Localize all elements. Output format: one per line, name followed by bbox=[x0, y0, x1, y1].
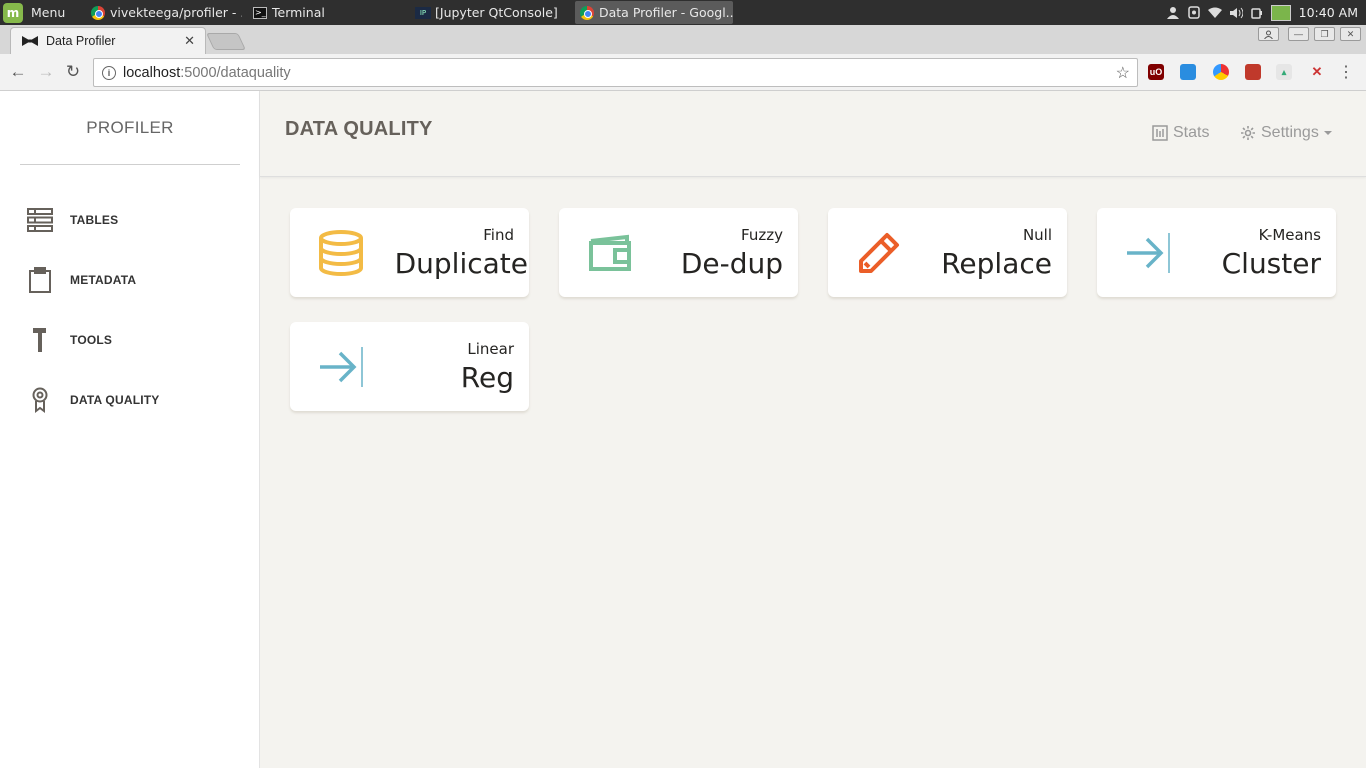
close-x-extension-icon[interactable]: ✕ bbox=[1309, 64, 1325, 80]
address-bar[interactable]: i localhost:5000/dataquality ☆ bbox=[93, 58, 1138, 87]
card-fuzzy-dedup[interactable]: Fuzzy De-dup bbox=[559, 208, 798, 297]
sidebar-item-metadata[interactable]: METADATA bbox=[0, 250, 259, 310]
book-extension-icon[interactable] bbox=[1245, 64, 1261, 80]
sidebar-item-tables[interactable]: TABLES bbox=[0, 190, 259, 250]
card-find-duplicate[interactable]: Find Duplicate bbox=[290, 208, 529, 297]
caret-down-icon bbox=[1323, 131, 1332, 135]
back-arrow-icon[interactable]: ← bbox=[8, 62, 28, 82]
url-path: :5000/dataquality bbox=[180, 64, 291, 81]
settings-label: Settings bbox=[1261, 124, 1319, 141]
settings-dropdown[interactable]: Settings bbox=[1240, 124, 1332, 142]
os-taskbar: m Menu vivekteega/profiler - ... >_ Term… bbox=[0, 0, 1366, 25]
card-caption: Null bbox=[1022, 226, 1052, 244]
card-caption: Linear bbox=[467, 340, 514, 358]
card-title: Reg bbox=[460, 361, 514, 394]
card-title: De-dup bbox=[680, 247, 783, 280]
clock[interactable]: 10:40 AM bbox=[1299, 5, 1358, 20]
user-icon[interactable] bbox=[1166, 6, 1180, 20]
window-extension-icon[interactable] bbox=[1180, 64, 1196, 80]
power-plug-icon[interactable] bbox=[1250, 6, 1264, 20]
tampermonkey-extension-icon[interactable]: ▴ bbox=[1276, 64, 1292, 80]
site-info-icon[interactable]: i bbox=[102, 65, 116, 80]
sidebar-item-label: TABLES bbox=[70, 213, 119, 227]
browser-menu-icon[interactable]: ⋮ bbox=[1338, 62, 1354, 82]
taskbar-task-label: Terminal bbox=[272, 5, 325, 20]
close-tab-icon[interactable]: ✕ bbox=[184, 33, 195, 49]
stats-link[interactable]: Stats bbox=[1152, 124, 1209, 142]
taskbar-task-label: Data Profiler - Googl... bbox=[599, 5, 733, 20]
pencil-icon bbox=[854, 228, 904, 278]
bowtie-favicon-icon bbox=[22, 34, 38, 49]
terminal-icon: >_ bbox=[253, 6, 267, 19]
sidebar: PROFILER TABLES METADATA TOOLS DATA QUAL… bbox=[0, 91, 260, 768]
volume-icon[interactable] bbox=[1229, 6, 1243, 20]
taskbar-task-label: vivekteega/profiler - ... bbox=[110, 5, 242, 20]
sidebar-item-label: METADATA bbox=[70, 273, 137, 287]
card-title: Duplicate bbox=[394, 247, 528, 280]
card-caption: K-Means bbox=[1258, 226, 1321, 244]
card-linear-reg[interactable]: Linear Reg bbox=[290, 322, 529, 411]
mint-logo-icon: m bbox=[3, 2, 23, 23]
sidebar-item-label: DATA QUALITY bbox=[70, 393, 160, 407]
clipboard-icon bbox=[27, 267, 53, 293]
forward-arrow-icon[interactable]: → bbox=[36, 62, 56, 82]
award-ribbon-icon bbox=[27, 387, 53, 413]
new-tab-button[interactable] bbox=[206, 33, 246, 50]
arrow-right-icon bbox=[1123, 228, 1173, 278]
browser-toolbar: ← → ↻ i localhost:5000/dataquality ☆ uO … bbox=[0, 54, 1366, 91]
brand-title[interactable]: PROFILER bbox=[20, 91, 240, 165]
wallet-icon bbox=[585, 228, 635, 278]
start-menu-label: Menu bbox=[31, 5, 66, 20]
chrome-icon bbox=[579, 5, 595, 21]
color-extension-icon[interactable] bbox=[1213, 64, 1229, 80]
gear-icon bbox=[1240, 125, 1256, 141]
page: PROFILER TABLES METADATA TOOLS DATA QUAL… bbox=[0, 91, 1366, 768]
sidebar-item-label: TOOLS bbox=[70, 333, 113, 347]
minimize-icon[interactable]: — bbox=[1288, 27, 1309, 41]
table-list-icon bbox=[27, 207, 53, 233]
card-kmeans-cluster[interactable]: K-Means Cluster bbox=[1097, 208, 1336, 297]
stats-label: Stats bbox=[1173, 124, 1210, 141]
url-host: localhost bbox=[123, 64, 181, 81]
card-caption: Find bbox=[483, 226, 514, 244]
taskbar-task-jupyter[interactable]: IP [Jupyter QtConsole] bbox=[411, 1, 569, 24]
profile-button[interactable] bbox=[1258, 27, 1279, 41]
taskbar-task-terminal[interactable]: >_ Terminal bbox=[248, 1, 406, 24]
wifi-icon[interactable] bbox=[1207, 6, 1222, 20]
browser-tab-title: Data Profiler bbox=[46, 34, 116, 48]
ublock-extension-icon[interactable]: uO bbox=[1148, 64, 1164, 80]
page-title: DATA QUALITY bbox=[285, 118, 433, 140]
update-shield-icon[interactable] bbox=[1187, 6, 1201, 20]
reload-icon[interactable]: ↻ bbox=[63, 62, 83, 82]
arrow-right-icon bbox=[316, 342, 366, 392]
card-null-replace[interactable]: Null Replace bbox=[828, 208, 1067, 297]
browser-tab-active[interactable]: Data Profiler ✕ bbox=[10, 27, 206, 54]
database-icon bbox=[316, 228, 366, 278]
sidebar-item-tools[interactable]: TOOLS bbox=[0, 310, 259, 370]
hammer-icon bbox=[27, 327, 53, 353]
card-caption: Fuzzy bbox=[741, 226, 783, 244]
system-tray: 10:40 AM bbox=[1159, 0, 1366, 25]
chrome-icon bbox=[90, 5, 106, 21]
bookmark-star-icon[interactable]: ☆ bbox=[1116, 63, 1130, 83]
stats-icon bbox=[1152, 125, 1168, 141]
restore-icon[interactable]: ❐ bbox=[1314, 27, 1335, 41]
card-title: Cluster bbox=[1221, 247, 1321, 280]
taskbar-task-label: [Jupyter QtConsole] bbox=[435, 5, 558, 20]
ipython-icon: IP bbox=[415, 5, 431, 21]
main-header: DATA QUALITY Stats Settings bbox=[260, 91, 1366, 177]
card-title: Replace bbox=[941, 247, 1052, 280]
browser-tabstrip: Data Profiler ✕ — ❐ ✕ bbox=[0, 25, 1366, 54]
close-window-icon[interactable]: ✕ bbox=[1340, 27, 1361, 41]
taskbar-task-github[interactable]: vivekteega/profiler - ... bbox=[86, 1, 242, 24]
taskbar-task-data-profiler[interactable]: Data Profiler - Googl... bbox=[575, 1, 733, 24]
start-menu-button[interactable]: m Menu bbox=[3, 2, 65, 23]
sidebar-item-data-quality[interactable]: DATA QUALITY bbox=[0, 370, 259, 430]
battery-icon[interactable] bbox=[1270, 4, 1291, 21]
